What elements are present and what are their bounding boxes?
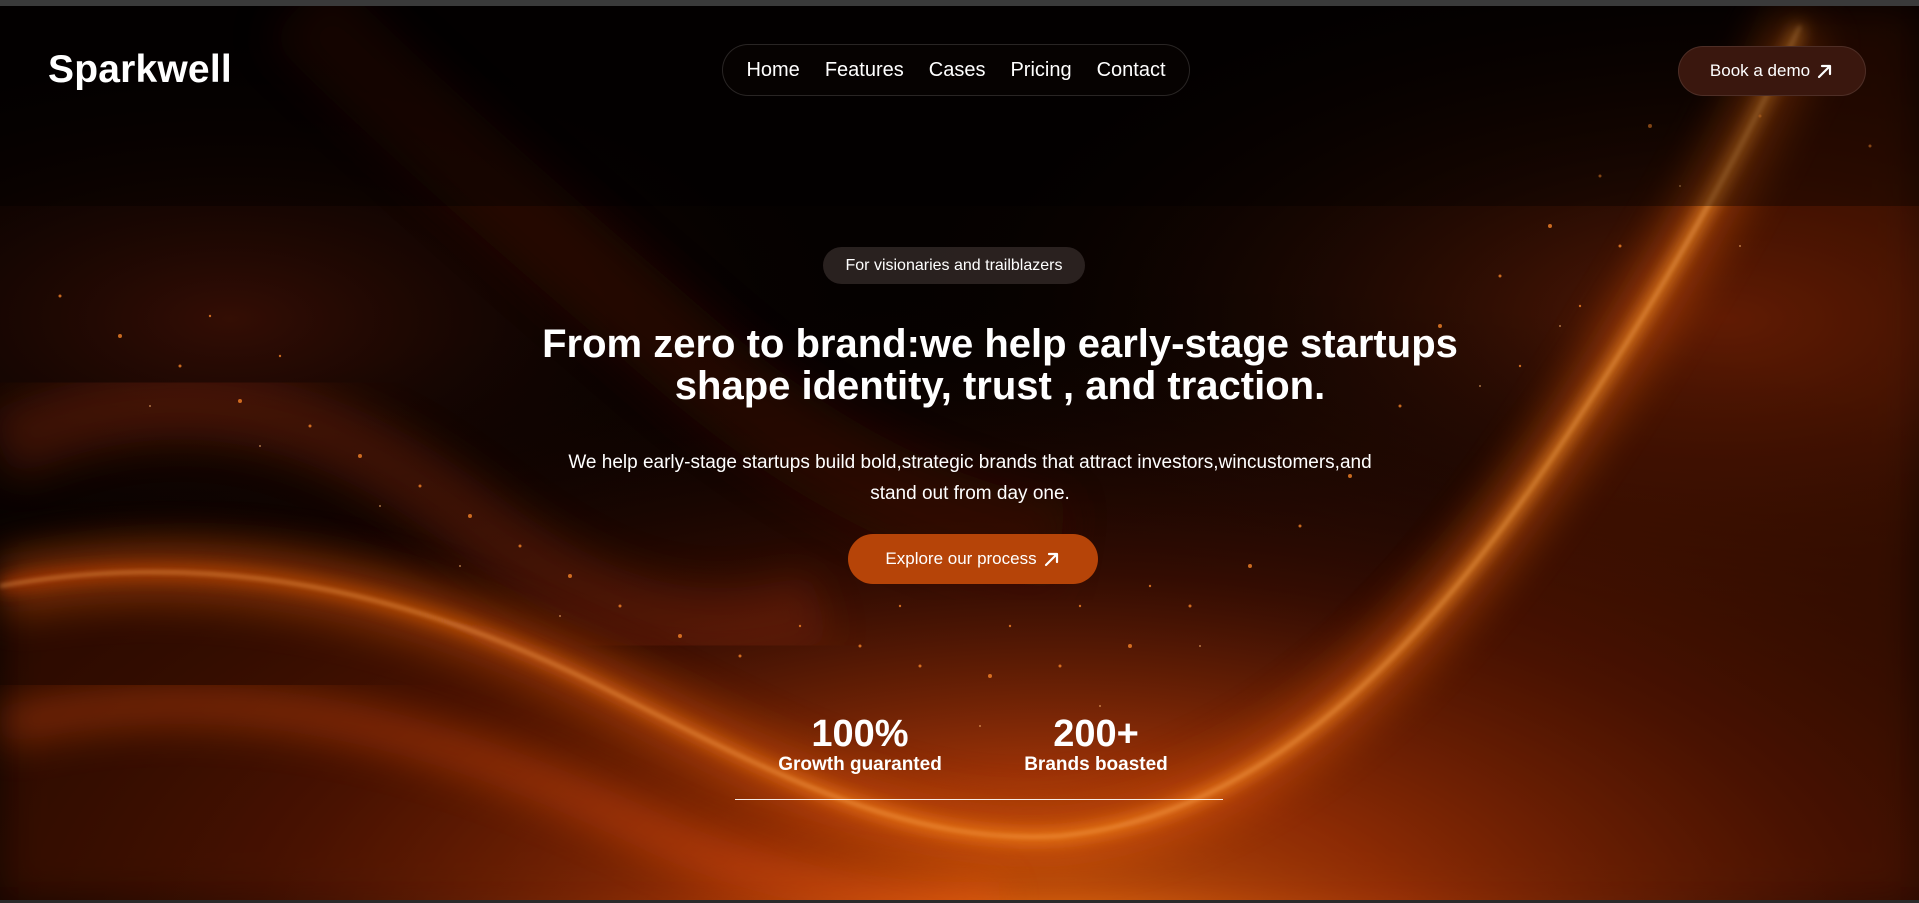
stat-growth-value: 100% [811, 713, 909, 755]
hero-subtext-line2: stand out from day one. [870, 483, 1070, 504]
nav-item-home[interactable]: Home [746, 59, 799, 82]
stat-brands-value: 200+ [1053, 713, 1139, 755]
book-demo-button[interactable]: Book a demo [1678, 46, 1866, 96]
hero-subtext-line1: We help early-stage startups build bold,… [568, 452, 1372, 473]
nav-item-features[interactable]: Features [825, 59, 904, 82]
book-demo-label: Book a demo [1709, 61, 1811, 80]
stat-growth-label: Growth guaranted [778, 754, 942, 775]
hero-headline: From zero to brand:we help early-stage s… [460, 323, 1540, 407]
explore-process-label: Explore our process [885, 549, 1037, 568]
nav-item-contact[interactable]: Contact [1097, 59, 1166, 82]
hero-headline-line2: shape identity, trust , and traction. [674, 364, 1326, 408]
nav-item-pricing[interactable]: Pricing [1010, 59, 1071, 82]
brand-logo[interactable]: Sparkwell [48, 48, 232, 92]
arrow-up-right-icon [1044, 552, 1058, 567]
stats-divider [735, 799, 1223, 800]
stat-growth: 100% Growth guaranted [762, 714, 958, 776]
hero-subtext: We help early-stage startups build bold,… [530, 447, 1410, 509]
main-nav: Home Features Cases Pricing Contact [722, 44, 1190, 96]
explore-process-button[interactable]: Explore our process [848, 534, 1098, 584]
window-top-border [0, 0, 1919, 6]
hero-headline-line1: From zero to brand:we help early-stage s… [542, 322, 1458, 366]
arrow-up-right-icon [1817, 64, 1832, 79]
stat-brands: 200+ Brands boasted [1010, 714, 1182, 776]
stat-brands-label: Brands boasted [1024, 754, 1168, 775]
nav-item-cases[interactable]: Cases [929, 59, 986, 82]
hero-badge: For visionaries and trailblazers [823, 247, 1085, 284]
